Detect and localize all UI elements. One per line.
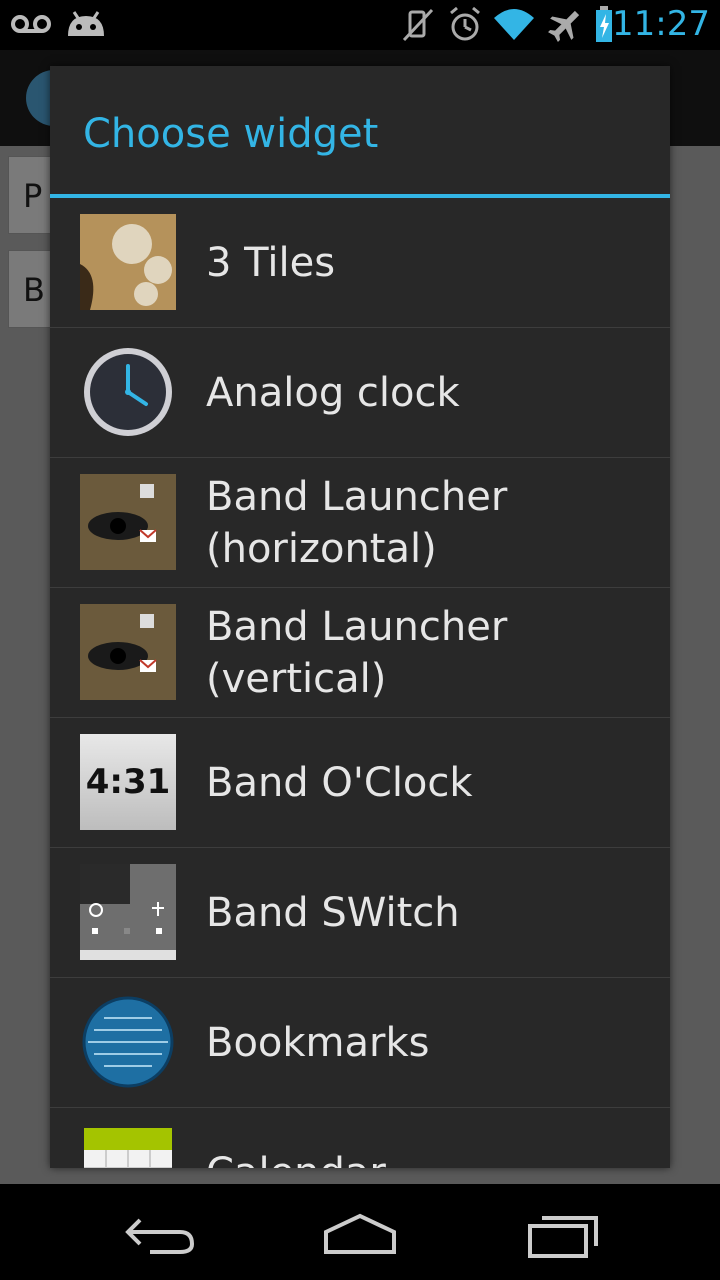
band-oclock-preview-time: 4:31 bbox=[85, 762, 171, 802]
list-item-band-launcher-horizontal[interactable]: Band Launcher (horizontal) bbox=[50, 458, 670, 588]
widget-label: Analog clock bbox=[206, 369, 460, 416]
vibrate-mute-icon bbox=[402, 8, 434, 42]
recent-apps-icon[interactable] bbox=[514, 1202, 614, 1262]
widget-label: Band O'Clock bbox=[206, 759, 473, 806]
widget-label: Band SWitch bbox=[206, 889, 460, 936]
wifi-icon bbox=[494, 9, 534, 40]
calendar-icon bbox=[84, 1128, 172, 1168]
list-item-band-switch[interactable]: Band SWitch bbox=[50, 848, 670, 978]
widget-list[interactable]: 3 Tiles Analog clock Band Launcher (hori… bbox=[50, 198, 670, 1168]
widget-label: Bookmarks bbox=[206, 1019, 430, 1066]
voicemail-icon bbox=[11, 15, 51, 33]
home-icon[interactable] bbox=[310, 1202, 410, 1262]
back-icon[interactable] bbox=[110, 1202, 210, 1262]
android-notification-icon bbox=[68, 11, 104, 36]
navigation-bar bbox=[0, 1184, 720, 1280]
bookmarks-globe-icon bbox=[82, 996, 174, 1088]
alarm-icon bbox=[450, 6, 480, 41]
widget-label: Band Launcher (vertical) bbox=[206, 603, 508, 702]
band-launcher-vertical-icon bbox=[80, 604, 176, 700]
list-item-calendar[interactable]: Calendar bbox=[50, 1108, 670, 1168]
band-switch-icon bbox=[80, 864, 176, 960]
status-clock: 11:27 bbox=[612, 4, 710, 44]
widget-label: Calendar bbox=[206, 1108, 646, 1169]
band-oclock-icon: 4:31 bbox=[80, 734, 176, 830]
three-tiles-widget-icon bbox=[80, 214, 176, 310]
analog-clock-icon bbox=[84, 348, 172, 436]
widget-label: 3 Tiles bbox=[206, 239, 336, 286]
widget-label: Band Launcher (horizontal) bbox=[206, 473, 508, 572]
airplane-icon bbox=[548, 10, 580, 42]
list-item-analog-clock[interactable]: Analog clock bbox=[50, 328, 670, 458]
dialog-title: Choose widget bbox=[83, 111, 379, 157]
list-item-band-oclock[interactable]: 4:31 Band O'Clock bbox=[50, 718, 670, 848]
dialog-title-area: Choose widget bbox=[50, 66, 670, 194]
list-item-3-tiles[interactable]: 3 Tiles bbox=[50, 198, 670, 328]
list-item-band-launcher-vertical[interactable]: Band Launcher (vertical) bbox=[50, 588, 670, 718]
status-bar: 11:27 bbox=[0, 0, 720, 50]
list-item-bookmarks[interactable]: Bookmarks bbox=[50, 978, 670, 1108]
band-launcher-horizontal-icon bbox=[80, 474, 176, 570]
choose-widget-dialog: Choose widget 3 Tiles Analog clock Band … bbox=[50, 66, 670, 1168]
